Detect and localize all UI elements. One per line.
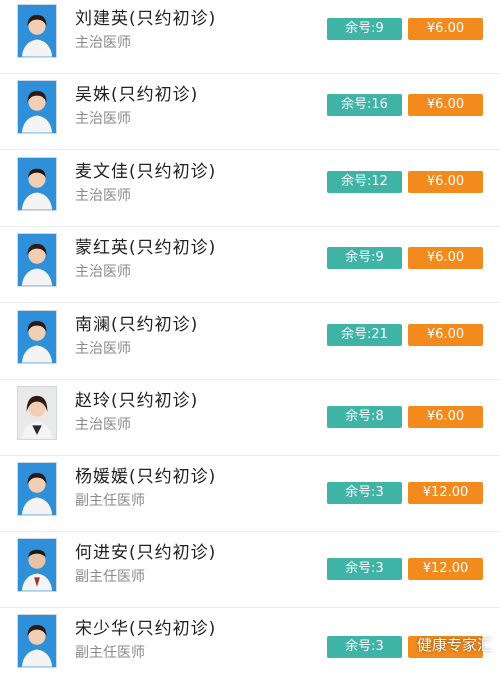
remaining-slots-badge[interactable]: 余号:8	[327, 406, 402, 428]
remaining-slots-badge[interactable]: 余号:21	[327, 324, 402, 346]
price-button[interactable]: ¥6.00	[408, 18, 483, 40]
doctor-row[interactable]: 何进安(只约初诊) 副主任医师 余号:3 ¥12.00	[0, 532, 500, 608]
doctor-name: 宋少华(只约初诊)	[75, 619, 217, 639]
watermark-text: 健康专家汇	[416, 636, 492, 654]
remaining-slots-badge[interactable]: 余号:3	[327, 482, 402, 504]
remaining-slots-badge[interactable]: 余号:9	[327, 18, 402, 40]
doctor-avatar	[17, 462, 57, 516]
price-button[interactable]: ¥6.00	[408, 171, 483, 193]
doctor-avatar	[17, 233, 57, 287]
doctor-avatar	[17, 310, 57, 364]
watermark: 健康专家汇	[417, 634, 492, 655]
doctor-title: 主治医师	[75, 111, 131, 127]
price-button[interactable]: ¥12.00	[408, 558, 483, 580]
doctor-row[interactable]: 麦文佳(只约初诊) 主治医师 余号:12 ¥6.00	[0, 151, 500, 227]
remaining-slots-badge[interactable]: 余号:9	[327, 247, 402, 269]
doctor-avatar	[17, 538, 57, 592]
doctor-avatar	[17, 614, 57, 668]
doctor-title: 副主任医师	[75, 569, 145, 585]
doctor-row[interactable]: 南澜(只约初诊) 主治医师 余号:21 ¥6.00	[0, 304, 500, 380]
price-button[interactable]: ¥12.00	[408, 482, 483, 504]
price-button[interactable]: ¥6.00	[408, 94, 483, 116]
doctor-name: 蒙红英(只约初诊)	[75, 238, 217, 258]
doctor-title: 主治医师	[75, 188, 131, 204]
doctor-row[interactable]: 刘建英(只约初诊) 主治医师 余号:9 ¥6.00	[0, 0, 500, 74]
doctor-name: 刘建英(只约初诊)	[75, 9, 217, 29]
doctor-title: 主治医师	[75, 35, 131, 51]
doctor-row[interactable]: 赵玲(只约初诊) 主治医师 余号:8 ¥6.00	[0, 380, 500, 456]
doctor-title: 主治医师	[75, 417, 131, 433]
doctor-row[interactable]: 吴姝(只约初诊) 主治医师 余号:16 ¥6.00	[0, 74, 500, 150]
doctor-name: 何进安(只约初诊)	[75, 543, 217, 563]
doctor-avatar	[17, 386, 57, 440]
doctor-title: 主治医师	[75, 264, 131, 280]
doctor-row[interactable]: 杨媛媛(只约初诊) 副主任医师 余号:3 ¥12.00	[0, 456, 500, 532]
price-button[interactable]: ¥6.00	[408, 406, 483, 428]
doctor-title: 副主任医师	[75, 645, 145, 661]
doctor-avatar	[17, 4, 57, 58]
doctor-avatar	[17, 157, 57, 211]
price-button[interactable]: ¥6.00	[408, 324, 483, 346]
price-button[interactable]: ¥6.00	[408, 247, 483, 269]
doctor-title: 副主任医师	[75, 493, 145, 509]
remaining-slots-badge[interactable]: 余号:12	[327, 171, 402, 193]
remaining-slots-badge[interactable]: 余号:16	[327, 94, 402, 116]
doctor-name: 杨媛媛(只约初诊)	[75, 467, 217, 487]
remaining-slots-badge[interactable]: 余号:3	[327, 636, 402, 658]
remaining-slots-badge[interactable]: 余号:3	[327, 558, 402, 580]
doctor-name: 麦文佳(只约初诊)	[75, 162, 217, 182]
doctor-name: 吴姝(只约初诊)	[75, 85, 199, 105]
doctor-name: 赵玲(只约初诊)	[75, 391, 199, 411]
doctor-row[interactable]: 蒙红英(只约初诊) 主治医师 余号:9 ¥6.00	[0, 227, 500, 303]
doctor-avatar	[17, 80, 57, 134]
doctor-title: 主治医师	[75, 341, 131, 357]
doctor-name: 南澜(只约初诊)	[75, 315, 199, 335]
